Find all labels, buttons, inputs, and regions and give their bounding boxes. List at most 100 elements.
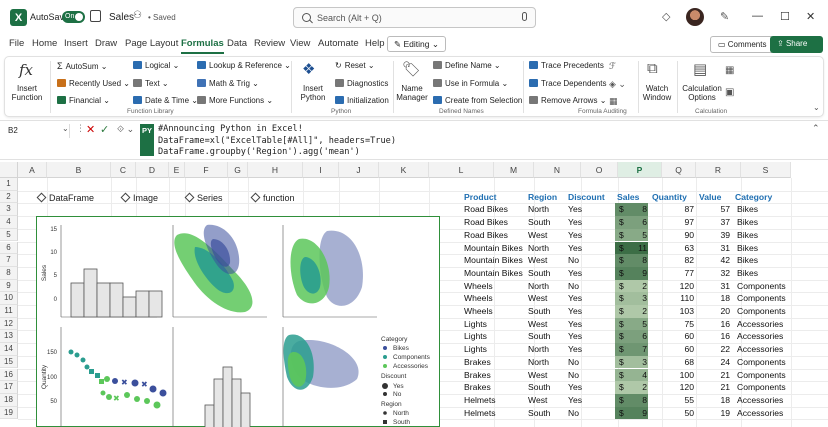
cell-sales-currency[interactable]: $ — [619, 229, 627, 242]
use-in-formula-button[interactable]: Use in Formula ⌄ — [433, 79, 508, 88]
name-manager-button[interactable]: Name Manager — [395, 84, 429, 102]
financial-button[interactable]: Financial ⌄ — [57, 96, 110, 105]
cell-discount[interactable]: Yes — [568, 216, 612, 229]
error-checking-icon[interactable]: ◈ ⌄ — [609, 79, 626, 90]
row-header-11[interactable]: 11 — [0, 305, 18, 318]
cell-sales-currency[interactable]: $ — [619, 216, 627, 229]
name-box-dropdown-icon[interactable]: ⌄ — [62, 124, 69, 133]
cell-discount[interactable]: Yes — [568, 343, 612, 356]
ribbon-collapse-icon[interactable]: ⌄ — [813, 103, 820, 112]
column-header-m[interactable]: M — [494, 162, 534, 178]
cell-product[interactable]: Brakes — [464, 356, 526, 369]
cell-product[interactable]: Wheels — [464, 305, 526, 318]
cell-quantity[interactable]: 50 — [660, 407, 694, 420]
cell-sales[interactable]: 5 — [627, 318, 647, 331]
cell-sales[interactable]: 8 — [627, 394, 647, 407]
cell-region[interactable]: North — [528, 343, 566, 356]
calculator-icon[interactable]: ▤ — [693, 60, 707, 78]
cell-product[interactable]: Mountain Bikes — [464, 254, 526, 267]
row-header-19[interactable]: 19 — [0, 406, 18, 420]
text-button[interactable]: Text ⌄ — [133, 79, 169, 88]
calculate-now-icon[interactable]: ▦ — [725, 65, 734, 76]
column-header-f[interactable]: F — [185, 162, 228, 178]
cell-product[interactable]: Brakes — [464, 381, 526, 394]
table-header-category[interactable]: Category — [735, 191, 772, 204]
cell-quantity[interactable]: 63 — [660, 242, 694, 255]
cell-value[interactable]: 57 — [700, 203, 730, 216]
row-header-12[interactable]: 12 — [0, 317, 18, 331]
column-header-p[interactable]: P — [618, 162, 662, 178]
autosum-button[interactable]: Σ AutoSum ⌄ — [57, 61, 107, 71]
cell-region[interactable]: South — [528, 381, 566, 394]
cell-sales[interactable]: 4 — [627, 369, 647, 382]
cell-product[interactable]: Mountain Bikes — [464, 267, 526, 280]
column-header-n[interactable]: N — [534, 162, 581, 178]
define-name-button[interactable]: Define Name ⌄ — [433, 61, 501, 70]
cell-sales-currency[interactable]: $ — [619, 394, 627, 407]
close-icon[interactable]: ✕ — [806, 10, 815, 23]
people-icon[interactable]: ⚇ — [133, 10, 142, 21]
row-header-4[interactable]: 4 — [0, 216, 18, 229]
tab-formulas[interactable]: Formulas — [181, 38, 224, 54]
cell-category[interactable]: Bikes — [737, 216, 807, 229]
cell-sales[interactable]: 2 — [627, 305, 647, 318]
cell-region[interactable]: West — [528, 369, 566, 382]
avatar[interactable] — [686, 8, 704, 26]
tab-home[interactable]: Home — [32, 38, 57, 49]
remove-arrows-button[interactable]: Remove Arrows ⌄ — [529, 96, 606, 105]
formula-code[interactable]: #Announcing Python in Excel! DataFrame=x… — [158, 124, 396, 159]
cell-category[interactable]: Bikes — [737, 203, 807, 216]
collapse-formula-bar-icon[interactable]: ⌃ — [812, 123, 820, 134]
cell-discount[interactable]: Yes — [568, 229, 612, 242]
cell-region[interactable]: South — [528, 267, 566, 280]
trace-precedents-button[interactable]: Trace Precedents — [529, 61, 604, 70]
column-header-l[interactable]: L — [429, 162, 494, 178]
tab-automate[interactable]: Automate — [318, 38, 359, 49]
cell-quantity[interactable]: 110 — [660, 292, 694, 305]
row-header-7[interactable]: 7 — [0, 254, 18, 267]
python-object-cell[interactable]: DataFrame — [36, 192, 94, 203]
cell-sales[interactable]: 2 — [627, 381, 647, 394]
row-header-6[interactable]: 6 — [0, 241, 18, 255]
cell-discount[interactable]: Yes — [568, 381, 612, 394]
cell-quantity[interactable]: 90 — [660, 229, 694, 242]
row-header-3[interactable]: 3 — [0, 203, 18, 217]
date-time-button[interactable]: Date & Time ⌄ — [133, 96, 198, 105]
row-header-13[interactable]: 13 — [0, 330, 18, 344]
column-header-e[interactable]: E — [169, 162, 185, 178]
cell-value[interactable]: 22 — [700, 343, 730, 356]
cell-value[interactable]: 31 — [700, 280, 730, 293]
cell-quantity[interactable]: 77 — [660, 267, 694, 280]
cell-discount[interactable]: No — [568, 356, 612, 369]
cell-product[interactable]: Road Bikes — [464, 229, 526, 242]
cell-quantity[interactable]: 75 — [660, 318, 694, 331]
cell-category[interactable]: Components — [737, 369, 807, 382]
row-header-8[interactable]: 8 — [0, 266, 18, 280]
cell-discount[interactable]: No — [568, 407, 612, 420]
cell-region[interactable]: North — [528, 356, 566, 369]
cell-category[interactable]: Accessories — [737, 318, 807, 331]
row-header-5[interactable]: 5 — [0, 228, 18, 242]
cell-quantity[interactable]: 82 — [660, 254, 694, 267]
cell-sales[interactable]: 3 — [627, 356, 647, 369]
column-header-i[interactable]: I — [303, 162, 339, 178]
watch-window-button[interactable]: Watch Window — [639, 84, 675, 102]
cell-product[interactable]: Road Bikes — [464, 216, 526, 229]
python-plot-image[interactable]: 15 10 5 0 Sales 150 100 50 Quantity ✖ ✖ … — [36, 216, 440, 427]
initialization-button[interactable]: Initialization — [335, 96, 389, 105]
row-header-9[interactable]: 9 — [0, 279, 18, 293]
recently-used-button[interactable]: Recently Used ⌄ — [57, 79, 130, 88]
cell-region[interactable]: West — [528, 394, 566, 407]
cell-region[interactable]: West — [528, 292, 566, 305]
name-box[interactable]: B2 — [4, 124, 70, 138]
cell-quantity[interactable]: 68 — [660, 356, 694, 369]
tab-data[interactable]: Data — [227, 38, 247, 49]
cell-discount[interactable]: No — [568, 254, 612, 267]
cell-quantity[interactable]: 100 — [660, 369, 694, 382]
cell-value[interactable]: 20 — [700, 305, 730, 318]
cell-sales-currency[interactable]: $ — [619, 254, 627, 267]
cell-value[interactable]: 19 — [700, 407, 730, 420]
cell-category[interactable]: Bikes — [737, 254, 807, 267]
cell-discount[interactable]: Yes — [568, 305, 612, 318]
cell-quantity[interactable]: 120 — [660, 381, 694, 394]
